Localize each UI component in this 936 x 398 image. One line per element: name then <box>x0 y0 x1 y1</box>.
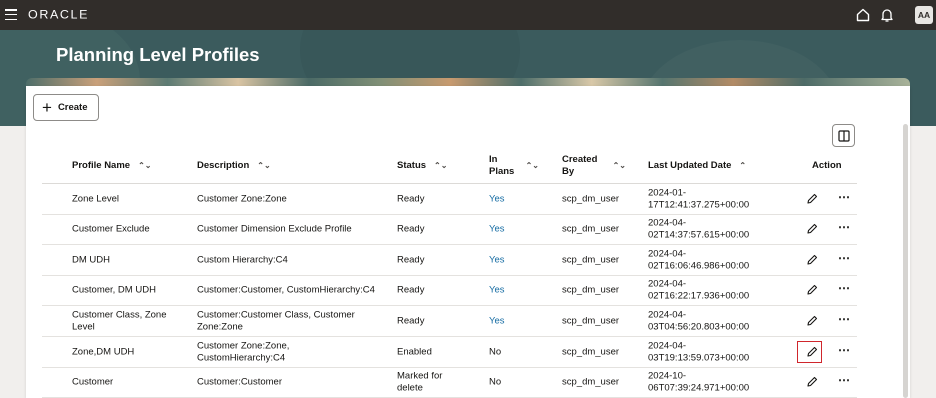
header-action: Action <box>812 160 842 171</box>
sort-icon: ⌃⌄ <box>434 160 448 170</box>
header-status[interactable]: Status ⌃⌄ <box>397 160 447 172</box>
status-cell: Ready <box>397 223 425 235</box>
vertical-scrollbar[interactable] <box>903 124 908 398</box>
status-cell: Marked for delete <box>397 370 443 394</box>
last-updated-cell: 2024-04-02T16:22:17.936+00:00 <box>648 278 750 302</box>
plus-icon: + <box>42 98 52 117</box>
columns-icon <box>837 129 850 142</box>
description-cell: Custom Hierarchy:C4 <box>197 254 288 266</box>
sort-ascending-icon: ⌃ <box>739 160 747 170</box>
top-bar: ORACLE AA <box>0 0 936 30</box>
created-by-cell: scp_dm_user <box>562 254 620 266</box>
description-cell: Customer Zone:Zone <box>197 193 287 205</box>
edit-highlight <box>797 341 822 363</box>
created-by-cell: scp_dm_user <box>562 223 620 235</box>
table-row[interactable]: Customer Class, Zone Level Customer:Custo… <box>42 306 857 337</box>
last-updated-cell: 2024-10-06T07:39:24.971+00:00 <box>648 370 750 394</box>
edit-icon[interactable] <box>805 283 819 297</box>
profile-name-cell: Zone,DM UDH <box>72 346 135 358</box>
create-button[interactable]: + Create <box>33 94 99 121</box>
edit-icon[interactable] <box>805 253 819 267</box>
status-cell: Ready <box>397 284 425 296</box>
created-by-cell: scp_dm_user <box>562 346 620 358</box>
status-cell: Enabled <box>397 346 432 358</box>
description-cell: Customer:Customer Class, Customer Zone:Z… <box>197 309 355 333</box>
header-profile-name[interactable]: Profile Name ⌃⌄ <box>72 160 151 172</box>
header-in-plans[interactable]: In Plans ⌃⌄ <box>489 154 539 178</box>
more-icon[interactable]: ⋯ <box>838 313 851 325</box>
in-plans-cell: No <box>489 376 502 388</box>
profile-name-cell: DM UDH <box>72 254 110 266</box>
more-icon[interactable]: ⋯ <box>838 344 851 356</box>
more-icon[interactable]: ⋯ <box>838 221 851 233</box>
header-description[interactable]: Description ⌃⌄ <box>197 160 271 172</box>
table-row[interactable]: Zone,DM UDH Customer Zone:Zone, CustomHie… <box>42 337 857 368</box>
sort-icon: ⌃⌄ <box>612 160 626 170</box>
more-icon[interactable]: ⋯ <box>838 282 851 294</box>
created-by-cell: scp_dm_user <box>562 193 620 205</box>
edit-icon[interactable] <box>805 222 819 236</box>
more-icon[interactable]: ⋯ <box>838 191 851 203</box>
header-created-by[interactable]: Created By ⌃⌄ <box>562 154 626 178</box>
header-last-updated[interactable]: Last Updated Date ⌃ <box>648 160 746 172</box>
last-updated-cell: 2024-04-03T19:13:59.073+00:00 <box>648 340 750 364</box>
profile-name-cell: Customer, DM UDH <box>72 284 156 296</box>
in-plans-cell: No <box>489 346 502 358</box>
description-cell: Customer Zone:Zone, CustomHierarchy:C4 <box>197 340 290 364</box>
last-updated-cell: 2024-04-02T16:06:46.986+00:00 <box>648 248 750 272</box>
in-plans-cell[interactable]: Yes <box>489 254 505 266</box>
edit-icon[interactable] <box>805 192 819 206</box>
menu-icon[interactable] <box>5 9 17 21</box>
oracle-logo: ORACLE <box>28 8 90 22</box>
table-row[interactable]: Customer, DM UDH Customer:Customer, Custo… <box>42 275 857 306</box>
bell-icon[interactable] <box>879 7 895 23</box>
description-cell: Customer:Customer <box>197 376 282 388</box>
sort-icon: ⌃⌄ <box>138 160 152 170</box>
page-title: Planning Level Profiles <box>56 44 260 65</box>
in-plans-cell[interactable]: Yes <box>489 284 505 296</box>
table-row[interactable]: Zone Level Customer Zone:Zone Ready Yes scp_… <box>42 184 857 215</box>
status-cell: Ready <box>397 315 425 327</box>
table-row[interactable]: DM UDH Custom Hierarchy:C4 Ready Yes scp_dm_… <box>42 245 857 276</box>
description-cell: Customer Dimension Exclude Profile <box>197 223 352 235</box>
sort-icon: ⌃⌄ <box>257 160 271 170</box>
last-updated-cell: 2024-01-17T12:41:37.275+00:00 <box>648 187 750 211</box>
profile-name-cell: Customer Class, Zone Level <box>72 309 167 333</box>
user-avatar[interactable]: AA <box>915 6 933 24</box>
more-icon[interactable]: ⋯ <box>838 374 851 386</box>
table-row[interactable]: Customer Customer:Customer Marked for dele… <box>42 367 857 398</box>
in-plans-cell[interactable]: Yes <box>489 315 505 327</box>
created-by-cell: scp_dm_user <box>562 376 620 388</box>
profile-name-cell: Zone Level <box>72 193 120 205</box>
profile-name-cell: Customer Exclude <box>72 223 150 235</box>
status-cell: Ready <box>397 193 425 205</box>
status-cell: Ready <box>397 254 425 266</box>
edit-icon[interactable] <box>805 314 819 328</box>
in-plans-cell[interactable]: Yes <box>489 223 505 235</box>
last-updated-cell: 2024-04-03T04:56:20.803+00:00 <box>648 309 750 333</box>
home-icon[interactable] <box>855 7 871 23</box>
more-icon[interactable]: ⋯ <box>838 252 851 264</box>
description-cell: Customer:Customer, CustomHierarchy:C4 <box>197 284 375 296</box>
in-plans-cell[interactable]: Yes <box>489 193 505 205</box>
created-by-cell: scp_dm_user <box>562 284 620 296</box>
created-by-cell: scp_dm_user <box>562 315 620 327</box>
columns-toggle-button[interactable] <box>832 124 855 147</box>
table-row[interactable]: Customer Exclude Customer Dimension Exclu… <box>42 214 857 245</box>
edit-icon[interactable] <box>805 375 819 389</box>
sort-icon: ⌃⌄ <box>525 160 539 170</box>
last-updated-cell: 2024-04-02T14:37:57.615+00:00 <box>648 217 750 241</box>
profile-name-cell: Customer <box>72 376 114 388</box>
